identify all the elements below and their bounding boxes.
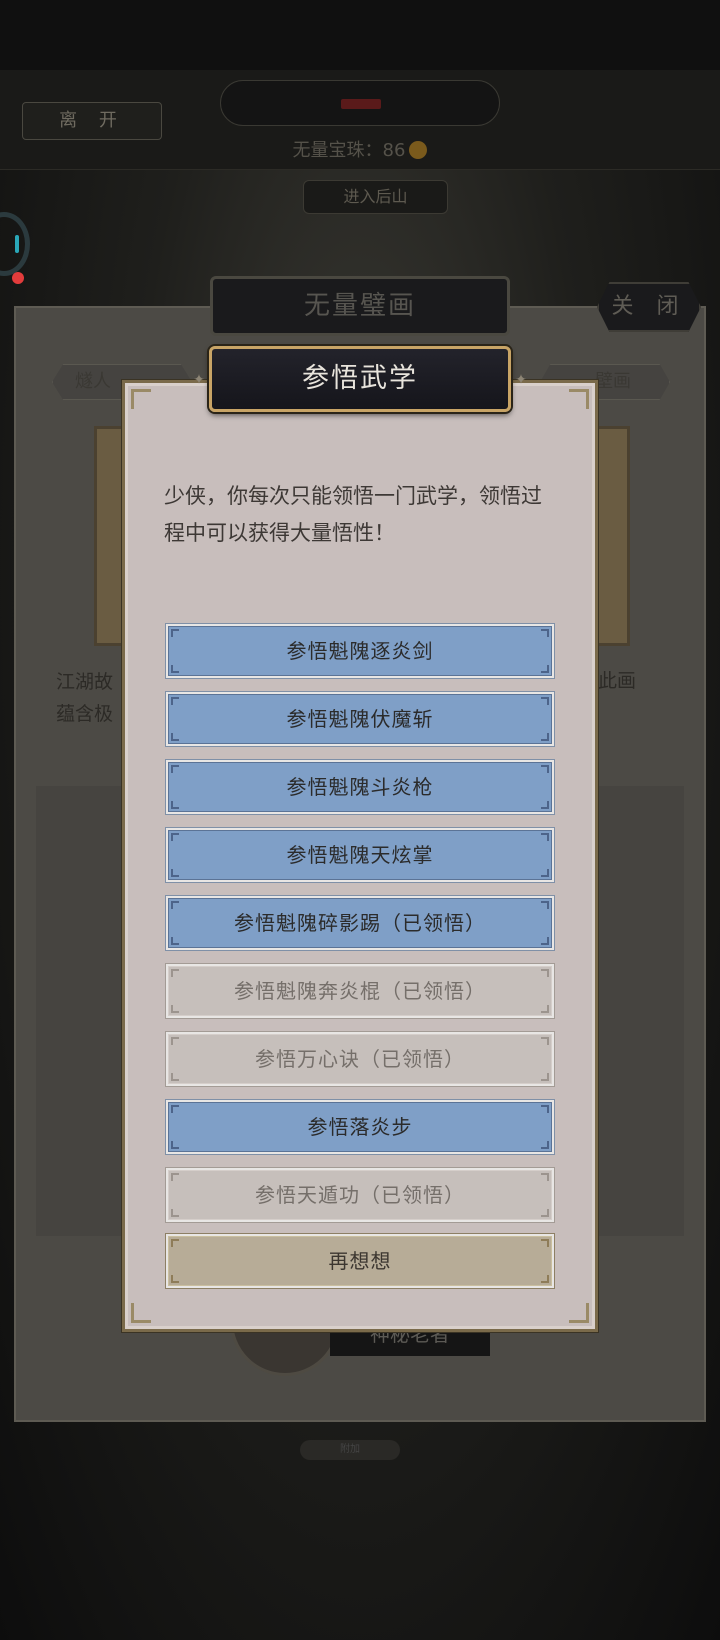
corner-ornament bbox=[569, 1303, 589, 1323]
close-button[interactable]: 关 闭 bbox=[597, 282, 701, 332]
comprehend-option-button[interactable]: 参悟魁隗斗炎枪 bbox=[165, 759, 555, 815]
dialog-title: 参悟武学 bbox=[209, 346, 511, 412]
option-label: 参悟落炎步 bbox=[307, 1115, 413, 1139]
button-corner bbox=[171, 869, 179, 877]
button-corner bbox=[171, 937, 179, 945]
button-corner bbox=[541, 833, 549, 841]
button-corner bbox=[171, 1105, 179, 1113]
button-corner bbox=[541, 1073, 549, 1081]
comprehend-option-button[interactable]: 参悟魁隗伏魔斩 bbox=[165, 691, 555, 747]
button-corner bbox=[541, 969, 549, 977]
cancel-button[interactable]: 再想想 bbox=[165, 1233, 555, 1289]
button-corner bbox=[541, 1173, 549, 1181]
button-corner bbox=[171, 697, 179, 705]
enter-backmountain-button[interactable]: 进入后山 bbox=[303, 180, 448, 214]
notification-dot bbox=[12, 272, 24, 284]
option-label: 参悟魁隗碎影踢（已领悟） bbox=[234, 911, 486, 935]
button-corner bbox=[171, 1275, 179, 1283]
button-corner bbox=[171, 1005, 179, 1013]
button-corner bbox=[541, 801, 549, 809]
option-label: 参悟魁隗奔炎棍（已领悟） bbox=[234, 979, 486, 1003]
button-corner bbox=[171, 901, 179, 909]
option-label: 参悟魁隗斗炎枪 bbox=[286, 775, 434, 799]
comprehend-option-button[interactable]: 参悟魁隗逐炎剑 bbox=[165, 623, 555, 679]
button-corner bbox=[541, 629, 549, 637]
comprehend-option-button[interactable]: 参悟万心诀（已领悟） bbox=[165, 1031, 555, 1087]
title-pill-mark bbox=[341, 99, 381, 109]
button-corner bbox=[171, 765, 179, 773]
button-corner bbox=[171, 969, 179, 977]
corner-ornament bbox=[131, 1303, 151, 1323]
button-corner bbox=[541, 697, 549, 705]
mural-description-right: 此画 bbox=[598, 670, 637, 692]
button-corner bbox=[171, 1239, 179, 1247]
button-corner bbox=[171, 1141, 179, 1149]
comprehend-option-button[interactable]: 参悟魁隗奔炎棍（已领悟） bbox=[165, 963, 555, 1019]
cancel-button-label: 再想想 bbox=[328, 1249, 392, 1273]
option-label: 参悟万心诀（已领悟） bbox=[255, 1047, 465, 1071]
corner-ornament bbox=[131, 389, 151, 409]
button-corner bbox=[171, 1073, 179, 1081]
comprehend-option-button[interactable]: 参悟天遁功（已领悟） bbox=[165, 1167, 555, 1223]
button-corner bbox=[171, 833, 179, 841]
button-corner bbox=[541, 1239, 549, 1247]
gem-icon bbox=[409, 141, 428, 159]
button-corner bbox=[171, 801, 179, 809]
button-corner bbox=[171, 1209, 179, 1217]
button-corner bbox=[541, 937, 549, 945]
option-label: 参悟魁隗伏魔斩 bbox=[286, 707, 434, 731]
button-corner bbox=[541, 665, 549, 673]
button-corner bbox=[541, 1005, 549, 1013]
button-corner bbox=[171, 1173, 179, 1181]
option-label: 参悟魁隗逐炎剑 bbox=[286, 639, 434, 663]
button-corner bbox=[541, 1209, 549, 1217]
button-corner bbox=[171, 733, 179, 741]
button-corner bbox=[541, 901, 549, 909]
option-label: 参悟魁隗天炫掌 bbox=[286, 843, 434, 867]
button-corner bbox=[541, 869, 549, 877]
bottom-pill: 附加 bbox=[300, 1440, 400, 1460]
button-corner bbox=[541, 1105, 549, 1113]
button-corner bbox=[541, 733, 549, 741]
button-corner bbox=[541, 1037, 549, 1045]
gem-counter-label: 无量宝珠：86 bbox=[292, 140, 406, 161]
corner-ornament bbox=[569, 389, 589, 409]
dialog-description: 少侠，你每次只能领悟一门武学，领悟过程中可以获得大量悟性！ bbox=[164, 484, 542, 545]
title-ornament-icon: ✦ bbox=[515, 372, 527, 388]
option-label: 参悟天遁功（已领悟） bbox=[255, 1183, 465, 1207]
button-corner bbox=[541, 1141, 549, 1149]
comprehend-option-button[interactable]: 参悟魁隗天炫掌 bbox=[165, 827, 555, 883]
comprehend-option-button[interactable]: 参悟落炎步 bbox=[165, 1099, 555, 1155]
mural-title: 无量璧画 bbox=[210, 276, 510, 336]
leave-button[interactable]: 离 开 bbox=[22, 102, 162, 140]
comprehend-option-button[interactable]: 参悟魁隗碎影踢（已领悟） bbox=[165, 895, 555, 951]
button-corner bbox=[541, 1275, 549, 1283]
button-corner bbox=[171, 1037, 179, 1045]
title-ornament-icon: ✦ bbox=[193, 372, 205, 388]
gem-counter: 无量宝珠：86 bbox=[0, 136, 720, 162]
button-corner bbox=[171, 665, 179, 673]
status-bar-area bbox=[0, 0, 720, 70]
location-title-pill bbox=[220, 80, 500, 126]
button-corner bbox=[171, 629, 179, 637]
button-corner bbox=[541, 765, 549, 773]
